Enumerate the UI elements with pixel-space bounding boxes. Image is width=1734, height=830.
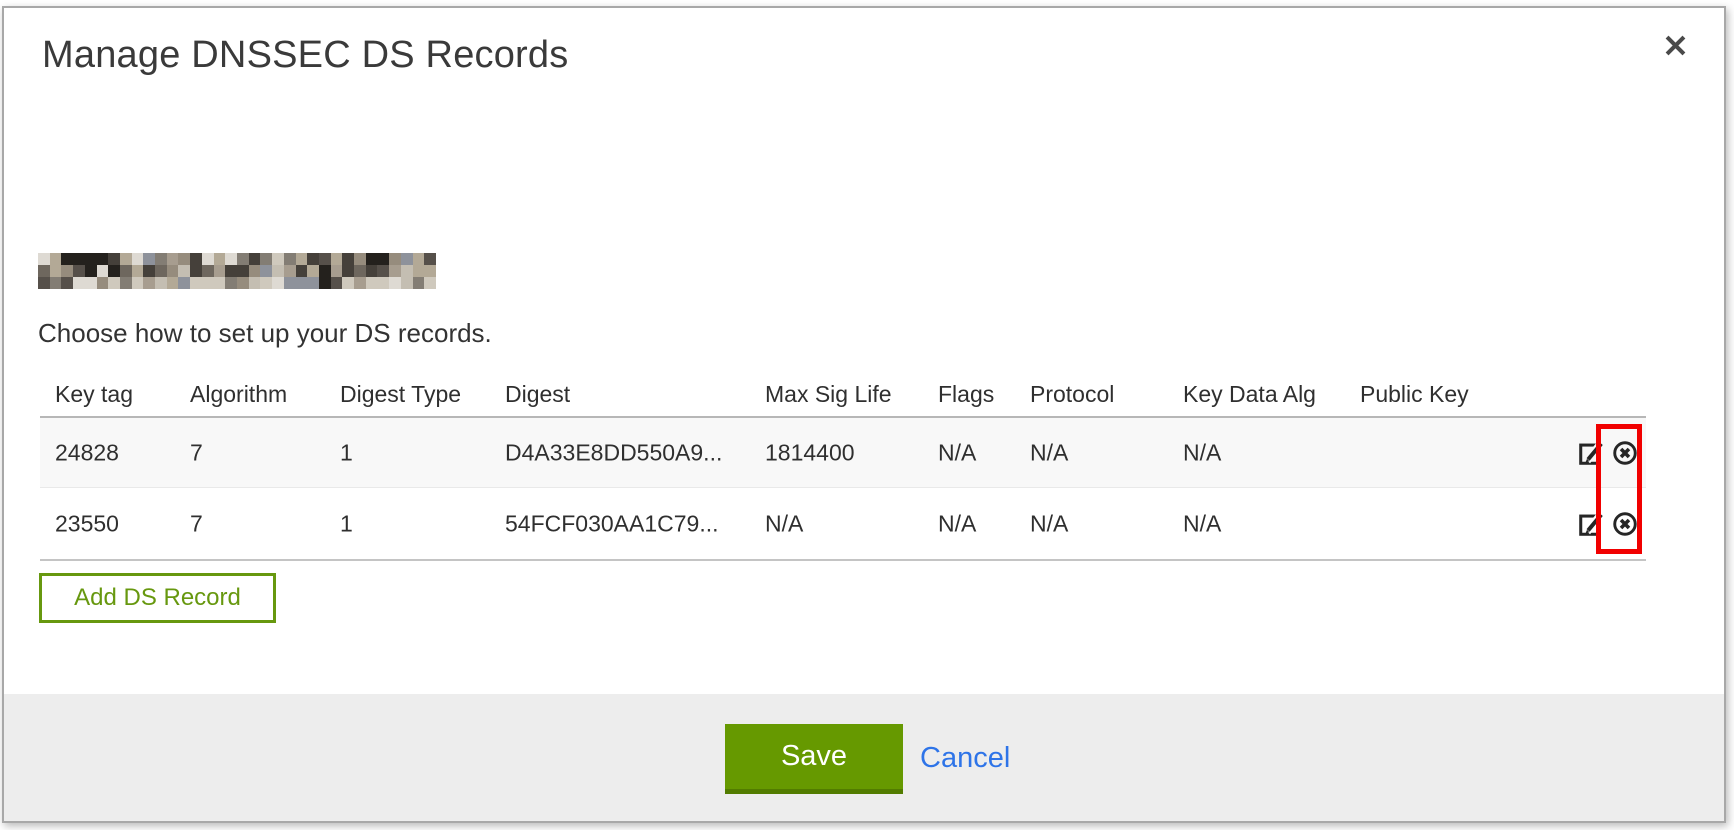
row-actions <box>1576 509 1640 539</box>
cell-key-tag: 24828 <box>55 439 119 466</box>
cell-digest-type: 1 <box>340 439 353 466</box>
delete-circle-x-icon[interactable] <box>1610 438 1640 468</box>
header-public-key: Public Key <box>1360 381 1469 408</box>
close-icon[interactable] <box>1658 28 1692 62</box>
table-header-row: Key tag Algorithm Digest Type Digest Max… <box>40 373 1646 418</box>
dialog-title: Manage DNSSEC DS Records <box>42 34 568 77</box>
add-ds-record-button[interactable]: Add DS Record <box>39 573 276 623</box>
row-actions <box>1576 438 1640 468</box>
cell-protocol: N/A <box>1030 439 1068 466</box>
cell-algorithm: 7 <box>190 439 203 466</box>
setup-instruction-text: Choose how to set up your DS records. <box>38 318 492 349</box>
cell-key-tag: 23550 <box>55 510 119 537</box>
cell-max-sig-life: N/A <box>765 510 803 537</box>
cell-key-data-alg: N/A <box>1183 510 1221 537</box>
manage-dnssec-dialog: Manage DNSSEC DS Records Choose how to s… <box>2 6 1726 823</box>
cell-algorithm: 7 <box>190 510 203 537</box>
dialog-footer: Save Cancel <box>4 694 1724 821</box>
cell-key-data-alg: N/A <box>1183 439 1221 466</box>
page: Manage DNSSEC DS Records Choose how to s… <box>0 0 1734 830</box>
edit-icon[interactable] <box>1576 438 1606 468</box>
table-row: 24828 7 1 D4A33E8DD550A9... 1814400 N/A … <box>40 418 1646 487</box>
redacted-domain-mosaic <box>38 253 436 289</box>
header-algorithm: Algorithm <box>190 381 287 408</box>
header-key-data-alg: Key Data Alg <box>1183 381 1316 408</box>
cell-digest: 54FCF030AA1C79... <box>505 510 719 537</box>
header-key-tag: Key tag <box>55 381 133 408</box>
cell-flags: N/A <box>938 510 976 537</box>
header-max-sig-life: Max Sig Life <box>765 381 892 408</box>
delete-circle-x-icon[interactable] <box>1610 509 1640 539</box>
cell-max-sig-life: 1814400 <box>765 439 855 466</box>
save-button[interactable]: Save <box>725 724 903 794</box>
cell-digest: D4A33E8DD550A9... <box>505 439 722 466</box>
cancel-link[interactable]: Cancel <box>920 742 1010 775</box>
ds-records-table: Key tag Algorithm Digest Type Digest Max… <box>40 373 1646 561</box>
close-x-glyph <box>1662 32 1689 59</box>
cell-protocol: N/A <box>1030 510 1068 537</box>
edit-icon[interactable] <box>1576 509 1606 539</box>
header-protocol: Protocol <box>1030 381 1114 408</box>
table-row: 23550 7 1 54FCF030AA1C79... N/A N/A N/A … <box>40 487 1646 561</box>
header-digest-type: Digest Type <box>340 381 461 408</box>
cell-digest-type: 1 <box>340 510 353 537</box>
header-flags: Flags <box>938 381 994 408</box>
cell-flags: N/A <box>938 439 976 466</box>
header-digest: Digest <box>505 381 570 408</box>
